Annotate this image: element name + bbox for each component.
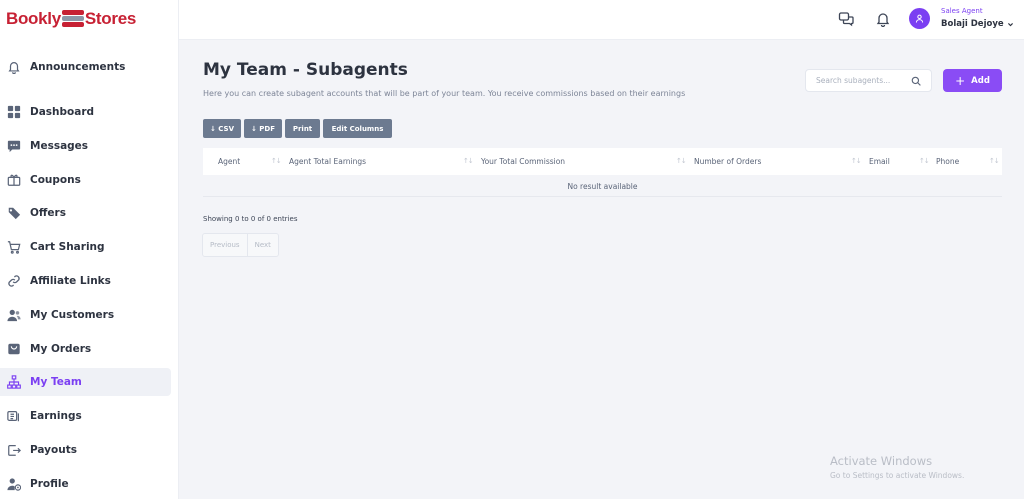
sidebar-item-my-orders[interactable]: My Orders bbox=[0, 335, 171, 363]
sort-icon[interactable]: ↑↓ bbox=[271, 157, 282, 165]
add-subagent-button[interactable]: + Add bbox=[943, 69, 1002, 92]
watermark-title: Activate Windows bbox=[830, 454, 933, 468]
previous-page-button[interactable]: Previous bbox=[203, 234, 247, 256]
sidebar-item-my-customers[interactable]: My Customers bbox=[0, 301, 171, 329]
message-icon bbox=[6, 138, 22, 154]
brand-logo[interactable]: Bookly Stores bbox=[6, 8, 136, 30]
sidebar-item-label: Profile bbox=[30, 478, 69, 490]
watermark-subtitle: Go to Settings to activate Windows. bbox=[830, 471, 965, 480]
column-header-agent-total-earnings[interactable]: Agent Total Earnings bbox=[289, 157, 366, 166]
chevron-down-icon bbox=[1007, 22, 1013, 26]
sort-icon[interactable]: ↑↓ bbox=[989, 157, 1000, 165]
customers-icon bbox=[6, 307, 22, 323]
coupon-icon bbox=[6, 172, 22, 188]
dashboard-icon bbox=[6, 104, 22, 120]
sidebar-item-dashboard[interactable]: Dashboard bbox=[0, 98, 171, 126]
sidebar: Bookly Stores Announcements Dashboard Me… bbox=[0, 0, 179, 499]
sidebar-item-profile[interactable]: Profile bbox=[0, 470, 171, 498]
team-icon bbox=[6, 374, 22, 390]
sidebar-item-label: My Team bbox=[30, 376, 82, 388]
column-header-your-total-commission[interactable]: Your Total Commission bbox=[481, 157, 565, 166]
bell-icon bbox=[6, 59, 22, 75]
sidebar-item-my-team[interactable]: My Team bbox=[0, 368, 171, 396]
link-icon bbox=[6, 273, 22, 289]
empty-table-message: No result available bbox=[203, 176, 1002, 197]
sidebar-item-label: Messages bbox=[30, 140, 89, 152]
table-header: Agent ↑↓ Agent Total Earnings ↑↓ Your To… bbox=[203, 148, 1002, 175]
sort-icon[interactable]: ↑↓ bbox=[676, 157, 687, 165]
search-input[interactable] bbox=[816, 76, 910, 85]
notification-bell-icon[interactable] bbox=[875, 11, 891, 28]
sidebar-item-affiliate-links[interactable]: Affiliate Links bbox=[0, 267, 171, 295]
books-logo-icon bbox=[61, 10, 84, 28]
add-button-label: Add bbox=[971, 75, 990, 86]
sidebar-item-label: Offers bbox=[30, 207, 66, 219]
page-subtitle: Here you can create subagent accounts th… bbox=[203, 89, 686, 98]
export-csv-button[interactable]: ↓ CSV bbox=[203, 119, 241, 138]
sort-icon[interactable]: ↑↓ bbox=[851, 157, 862, 165]
user-role: Sales Agent bbox=[941, 7, 983, 15]
sidebar-item-offers[interactable]: Offers bbox=[0, 199, 171, 227]
user-icon bbox=[915, 14, 924, 23]
column-header-agent[interactable]: Agent bbox=[218, 157, 240, 166]
user-name: Bolaji Dejoye bbox=[941, 19, 1004, 29]
sidebar-item-payouts[interactable]: Payouts bbox=[0, 436, 171, 464]
profile-icon bbox=[6, 476, 22, 492]
sidebar-item-messages[interactable]: Messages bbox=[0, 132, 171, 160]
sidebar-item-coupons[interactable]: Coupons bbox=[0, 166, 171, 194]
avatar[interactable] bbox=[909, 8, 930, 29]
column-header-email[interactable]: Email bbox=[869, 157, 890, 166]
page-title: My Team - Subagents bbox=[203, 60, 408, 80]
cart-icon bbox=[6, 239, 22, 255]
pagination: Previous Next bbox=[202, 233, 279, 257]
search-icon[interactable] bbox=[911, 76, 921, 86]
sidebar-item-cart-sharing[interactable]: Cart Sharing bbox=[0, 233, 171, 261]
earnings-icon bbox=[6, 408, 22, 424]
brand-name-right: Stores bbox=[84, 9, 136, 28]
search-box bbox=[805, 69, 932, 92]
column-header-phone[interactable]: Phone bbox=[936, 157, 959, 166]
orders-icon bbox=[6, 341, 22, 357]
sidebar-item-label: Dashboard bbox=[30, 106, 95, 118]
sidebar-item-announcements[interactable]: Announcements bbox=[0, 53, 171, 81]
user-menu[interactable]: Bolaji Dejoye bbox=[941, 19, 1014, 29]
sidebar-item-label: My Orders bbox=[30, 343, 92, 355]
export-pdf-button[interactable]: ↓ PDF bbox=[244, 119, 282, 138]
sidebar-item-label: Payouts bbox=[30, 444, 77, 456]
sidebar-item-label: Cart Sharing bbox=[30, 241, 105, 253]
sidebar-item-label: Earnings bbox=[30, 410, 82, 422]
sort-icon[interactable]: ↑↓ bbox=[463, 157, 474, 165]
column-header-number-of-orders[interactable]: Number of Orders bbox=[694, 157, 761, 166]
sidebar-item-earnings[interactable]: Earnings bbox=[0, 402, 171, 430]
activate-windows-watermark: Activate Windows Go to Settings to activ… bbox=[830, 454, 964, 480]
topbar: Sales Agent Bolaji Dejoye bbox=[179, 0, 1024, 40]
next-page-button[interactable]: Next bbox=[246, 234, 278, 256]
sidebar-item-label: Announcements bbox=[30, 61, 126, 73]
entries-info: Showing 0 to 0 of 0 entries bbox=[203, 215, 298, 223]
sidebar-item-label: My Customers bbox=[30, 309, 115, 321]
payouts-icon bbox=[6, 442, 22, 458]
offer-icon bbox=[6, 205, 22, 221]
sidebar-item-label: Affiliate Links bbox=[30, 275, 111, 287]
print-button[interactable]: Print bbox=[285, 119, 320, 138]
sort-icon[interactable]: ↑↓ bbox=[919, 157, 930, 165]
edit-columns-button[interactable]: Edit Columns bbox=[323, 119, 392, 138]
sidebar-item-label: Coupons bbox=[30, 174, 81, 186]
brand-name-left: Bookly bbox=[6, 9, 61, 28]
chat-icon[interactable] bbox=[838, 11, 854, 27]
plus-icon: + bbox=[955, 73, 966, 88]
